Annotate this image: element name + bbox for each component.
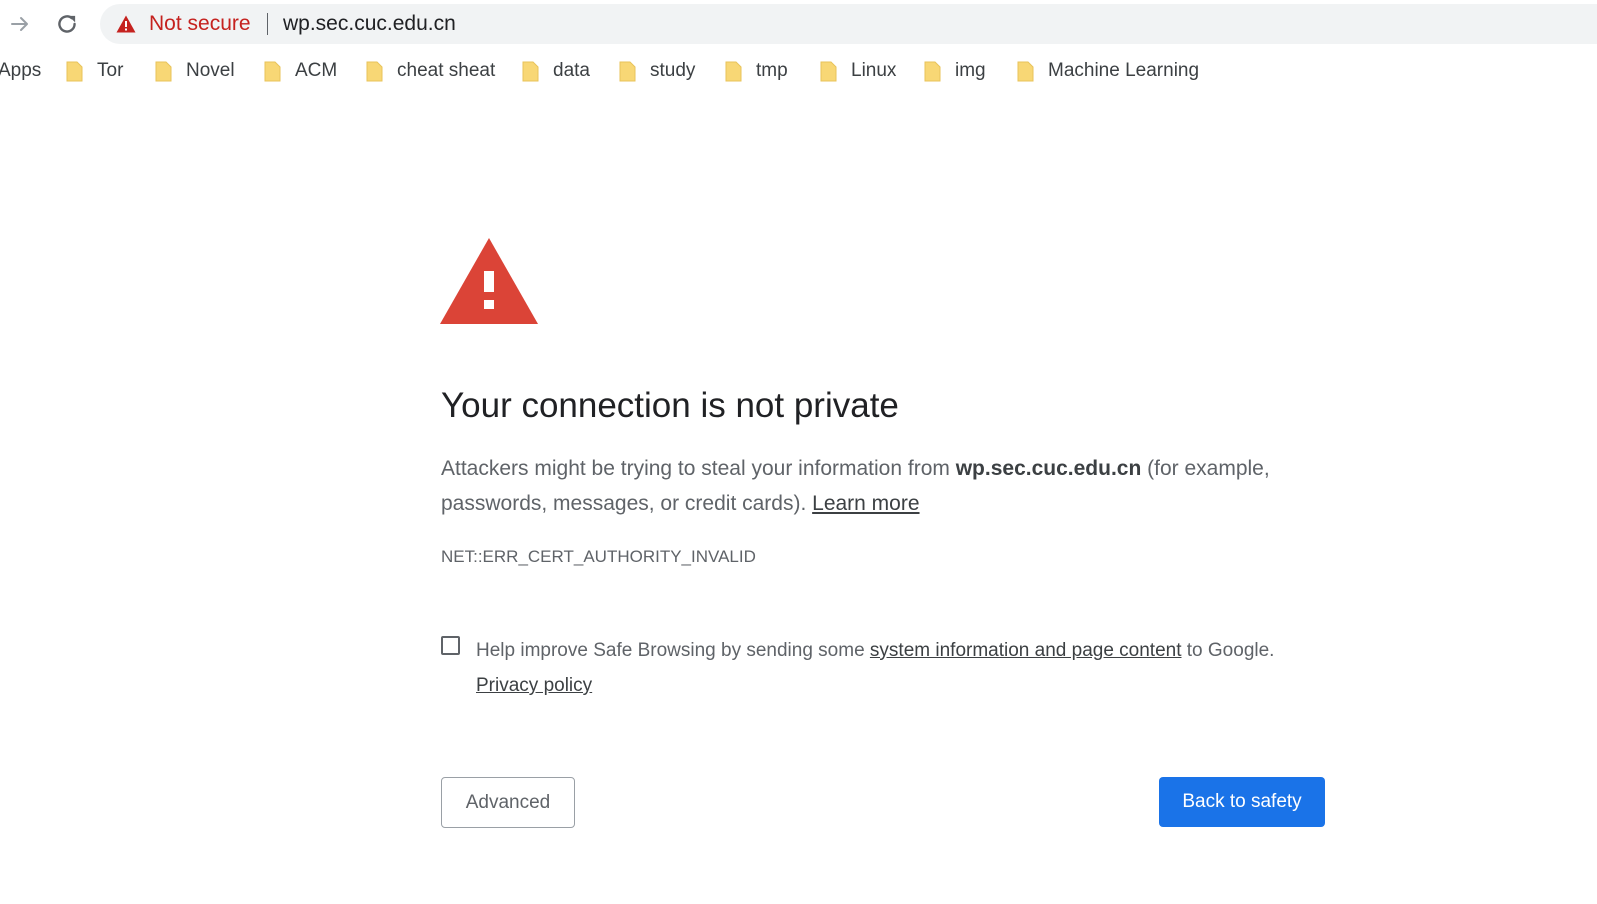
- safe-browsing-checkbox[interactable]: [441, 636, 460, 655]
- bookmark-label: Tor: [97, 60, 124, 81]
- url-text[interactable]: wp.sec.cuc.edu.cn: [283, 12, 456, 36]
- bookmark-folder-tor[interactable]: Tor: [66, 58, 123, 84]
- bookmark-label: cheat sheat: [397, 60, 496, 81]
- explanation-text: Attackers might be trying to steal your …: [441, 451, 1341, 521]
- bookmark-label: study: [650, 60, 696, 81]
- bookmark-label: Machine Learning: [1048, 60, 1200, 81]
- warning-triangle-icon: [116, 15, 136, 33]
- optin-pre: Help improve Safe Browsing by sending so…: [476, 640, 870, 661]
- bookmark-label: tmp: [756, 60, 788, 81]
- bookmark-label: img: [955, 60, 986, 81]
- error-code: NET::ERR_CERT_AUTHORITY_INVALID: [441, 547, 756, 566]
- bookmark-label: Novel: [186, 60, 235, 81]
- bookmark-folder-data[interactable]: data: [522, 58, 590, 84]
- safe-browsing-optin-text: Help improve Safe Browsing by sending so…: [476, 633, 1336, 703]
- optin-post: to Google.: [1181, 640, 1275, 661]
- not-secure-label[interactable]: Not secure: [149, 12, 251, 36]
- bookmark-folder-img[interactable]: img: [924, 58, 986, 84]
- folder-icon: [725, 61, 742, 82]
- bookmark-apps[interactable]: Apps: [0, 58, 41, 84]
- bookmark-label: ACM: [295, 60, 338, 81]
- folder-icon: [924, 61, 941, 82]
- advanced-button[interactable]: Advanced: [441, 777, 575, 828]
- page-title: Your connection is not private: [441, 386, 899, 425]
- bookmark-label: Apps: [0, 60, 42, 81]
- bookmark-folder-acm[interactable]: ACM: [264, 58, 337, 84]
- bookmark-label: data: [553, 60, 590, 81]
- bookmark-folder-linux[interactable]: Linux: [820, 58, 896, 84]
- forward-arrow-icon[interactable]: [4, 8, 36, 40]
- bookmark-folder-study[interactable]: study: [619, 58, 695, 84]
- reload-icon[interactable]: [51, 8, 83, 40]
- folder-icon: [264, 61, 281, 82]
- explanation-pre: Attackers might be trying to steal your …: [441, 457, 956, 480]
- folder-icon: [366, 61, 383, 82]
- bookmark-folder-novel[interactable]: Novel: [155, 58, 235, 84]
- learn-more-link[interactable]: Learn more: [812, 492, 919, 515]
- bookmark-folder-machine-learning[interactable]: Machine Learning: [1017, 58, 1199, 84]
- folder-icon: [820, 61, 837, 82]
- bookmarks-bar: Apps Tor Novel ACM cheat sheat data stud…: [0, 48, 1597, 94]
- folder-icon: [522, 61, 539, 82]
- folder-icon: [1017, 61, 1034, 82]
- system-info-link[interactable]: system information and page content: [870, 640, 1182, 661]
- address-bar[interactable]: Not secure wp.sec.cuc.edu.cn: [100, 4, 1597, 44]
- folder-icon: [155, 61, 172, 82]
- privacy-policy-link[interactable]: Privacy policy: [476, 675, 592, 696]
- bookmark-folder-tmp[interactable]: tmp: [725, 58, 788, 84]
- bookmark-folder-cheat-sheat[interactable]: cheat sheat: [366, 58, 495, 84]
- warning-triangle-icon: [440, 238, 538, 324]
- explanation-host: wp.sec.cuc.edu.cn: [955, 457, 1142, 480]
- folder-icon: [66, 61, 83, 82]
- back-to-safety-button[interactable]: Back to safety: [1159, 777, 1325, 827]
- folder-icon: [619, 61, 636, 82]
- omnibox-divider: [267, 13, 268, 35]
- bookmark-label: Linux: [851, 60, 897, 81]
- browser-toolbar: Not secure wp.sec.cuc.edu.cn: [0, 0, 1597, 48]
